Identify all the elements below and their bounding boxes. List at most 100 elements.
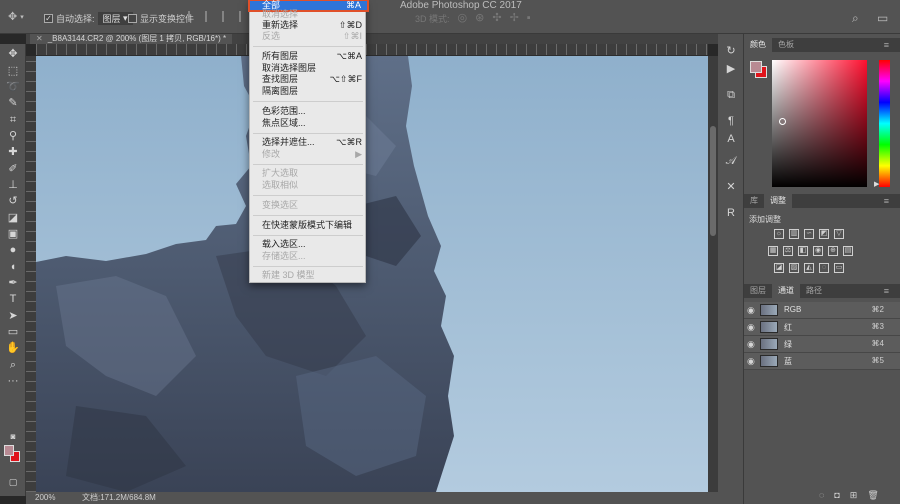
- zoom-level[interactable]: 200%: [35, 492, 55, 504]
- tab-swatches[interactable]: 色板: [772, 38, 800, 52]
- crop-tool-icon[interactable]: ⌗: [6, 114, 20, 127]
- rectangle-tool-icon[interactable]: ▭: [6, 326, 20, 339]
- menu-item-select-and-mask[interactable]: 选择并遮住... ⌥⌘R: [262, 137, 364, 148]
- image-canvas[interactable]: [36, 56, 708, 492]
- menu-item-isolate-layers[interactable]: 隔离图层: [262, 86, 364, 97]
- more-tools-icon[interactable]: ···: [6, 375, 20, 388]
- menu-item-grow[interactable]: 扩大选取: [262, 168, 364, 179]
- menu-item-find-layers[interactable]: 查找图层 ⌥⇧⌘F: [262, 74, 364, 85]
- vibrance-icon[interactable]: ▽: [834, 229, 844, 239]
- menu-item-new-3d-model[interactable]: 新建 3D 模型: [262, 270, 364, 281]
- pan-3d-icon[interactable]: ✣: [492, 13, 501, 24]
- show-transform-checkbox[interactable]: [128, 14, 137, 23]
- orbit-3d-icon[interactable]: ◎: [458, 13, 468, 24]
- channel-row[interactable]: ◉ 蓝 ⌘5: [744, 353, 900, 370]
- photo-filter-icon[interactable]: ◉: [813, 246, 823, 256]
- eyedropper-tool-icon[interactable]: ⚲: [6, 130, 20, 143]
- actions-panel-icon[interactable]: ▶: [724, 62, 738, 76]
- vertical-scroll-thumb[interactable]: [710, 126, 716, 236]
- character-panel-icon[interactable]: A: [724, 132, 738, 146]
- auto-select-checkbox[interactable]: ✓: [44, 14, 53, 23]
- move-tool-icon[interactable]: ✥: [6, 48, 20, 61]
- eye-icon[interactable]: ◉: [747, 322, 755, 333]
- curves-icon[interactable]: ∽: [804, 229, 814, 239]
- panel-menu-icon[interactable]: ≡: [878, 284, 895, 298]
- quick-mask-icon[interactable]: ◙: [6, 430, 20, 443]
- menu-item-quick-mask[interactable]: 在快速蒙版模式下编辑: [262, 220, 364, 231]
- blur-tool-icon[interactable]: ●: [6, 244, 20, 257]
- channel-row[interactable]: ◉ 红 ⌘3: [744, 319, 900, 336]
- workspace-icon[interactable]: ▭: [877, 11, 888, 25]
- type-tool-icon[interactable]: T: [6, 293, 20, 306]
- load-channel-selection-icon[interactable]: ◌: [819, 490, 824, 501]
- hue-slider-arrow-icon[interactable]: ▶: [874, 180, 879, 188]
- color-balance-icon[interactable]: ⚖: [783, 246, 793, 256]
- glyphs-panel-icon[interactable]: 𝒜: [724, 154, 738, 168]
- posterize-icon[interactable]: ▨: [789, 263, 799, 273]
- color-spectrum-field[interactable]: [772, 60, 867, 187]
- color-picker-cursor[interactable]: [779, 118, 786, 125]
- color-panel-foreground-swatch[interactable]: [750, 61, 762, 73]
- align-left-icon[interactable]: [239, 11, 248, 22]
- new-channel-icon[interactable]: ⊞: [850, 490, 858, 501]
- channel-mixer-icon[interactable]: ⊕: [828, 246, 838, 256]
- tab-libraries[interactable]: 库: [744, 194, 764, 208]
- tab-layers[interactable]: 图层: [744, 284, 772, 298]
- color-lookup-icon[interactable]: ▤: [843, 246, 853, 256]
- channel-row[interactable]: ◉ 绿 ⌘4: [744, 336, 900, 353]
- hue-slider[interactable]: ▶: [874, 60, 890, 188]
- threshold-icon[interactable]: ◭: [804, 263, 814, 273]
- menu-item-transform-selection[interactable]: 变换选区: [262, 200, 364, 211]
- menu-item-reselect[interactable]: 重新选择 ⇧⌘D: [262, 20, 364, 31]
- slide-3d-icon[interactable]: ✢: [510, 13, 519, 24]
- align-bottom-icon[interactable]: [222, 11, 231, 22]
- history-panel-icon[interactable]: ↻: [724, 44, 738, 58]
- document-tab[interactable]: ✕ _B8A3144.CR2 @ 200% (图层 1 拷贝, RGB/16*) …: [30, 34, 233, 44]
- tab-channels[interactable]: 通道: [772, 284, 800, 298]
- hue-saturation-icon[interactable]: ▦: [768, 246, 778, 256]
- invert-icon[interactable]: ◪: [774, 263, 784, 273]
- menu-item-similar[interactable]: 选取相似: [262, 180, 364, 191]
- scale-3d-icon[interactable]: ▪: [527, 13, 531, 24]
- exposure-icon[interactable]: ◩: [819, 229, 829, 239]
- eye-icon[interactable]: ◉: [747, 339, 755, 350]
- tab-adjustments[interactable]: 调整: [764, 194, 792, 208]
- brightness-contrast-icon[interactable]: ☼: [774, 229, 784, 239]
- zoom-tool-icon[interactable]: ⌕: [6, 359, 20, 372]
- clone-stamp-tool-icon[interactable]: ⊥: [6, 179, 20, 192]
- move-tool-preset[interactable]: ✥ ▾: [8, 12, 24, 23]
- menu-item-inverse[interactable]: 反选 ⇧⌘I: [262, 31, 364, 42]
- tool-presets-icon[interactable]: ✕: [724, 180, 738, 194]
- eraser-tool-icon[interactable]: ◪: [6, 212, 20, 225]
- tab-color[interactable]: 颜色: [744, 38, 772, 52]
- healing-brush-tool-icon[interactable]: ✚: [6, 146, 20, 159]
- marquee-tool-icon[interactable]: ⬚: [6, 65, 20, 78]
- foreground-color-swatch[interactable]: [4, 445, 14, 456]
- dodge-tool-icon[interactable]: ◖: [6, 261, 20, 274]
- channel-row[interactable]: ◉ RGB ⌘2: [744, 302, 900, 319]
- roll-3d-icon[interactable]: ⊛: [475, 13, 484, 24]
- path-select-tool-icon[interactable]: ➤: [6, 310, 20, 323]
- gradient-tool-icon[interactable]: ▣: [6, 228, 20, 241]
- eye-icon[interactable]: ◉: [747, 305, 755, 316]
- properties-panel-icon[interactable]: ⧉: [724, 88, 738, 102]
- menu-item-all-layers[interactable]: 所有图层 ⌥⌘A: [262, 51, 364, 62]
- panel-menu-icon[interactable]: ≡: [878, 38, 895, 52]
- hand-tool-icon[interactable]: ✋: [6, 342, 20, 355]
- align-top-icon[interactable]: [188, 11, 197, 22]
- panel-menu-icon[interactable]: ≡: [878, 194, 895, 208]
- menu-item-load-selection[interactable]: 载入选区...: [262, 239, 364, 250]
- save-selection-channel-icon[interactable]: ◘: [834, 490, 839, 501]
- menu-item-modify[interactable]: 修改 ▶: [262, 149, 364, 160]
- black-white-icon[interactable]: ◧: [798, 246, 808, 256]
- selective-color-icon[interactable]: ◌: [819, 263, 829, 273]
- menu-item-deselect-layers[interactable]: 取消选择图层: [262, 63, 364, 74]
- align-vcenter-icon[interactable]: [205, 11, 214, 22]
- vertical-scrollbar[interactable]: [708, 56, 718, 492]
- plugin-panel-icon[interactable]: R: [724, 206, 738, 220]
- close-icon[interactable]: ✕: [36, 34, 43, 43]
- delete-channel-icon[interactable]: 🗑: [867, 490, 878, 501]
- history-brush-tool-icon[interactable]: ↺: [6, 195, 20, 208]
- eye-icon[interactable]: ◉: [747, 356, 755, 367]
- brush-tool-icon[interactable]: ✐: [6, 163, 20, 176]
